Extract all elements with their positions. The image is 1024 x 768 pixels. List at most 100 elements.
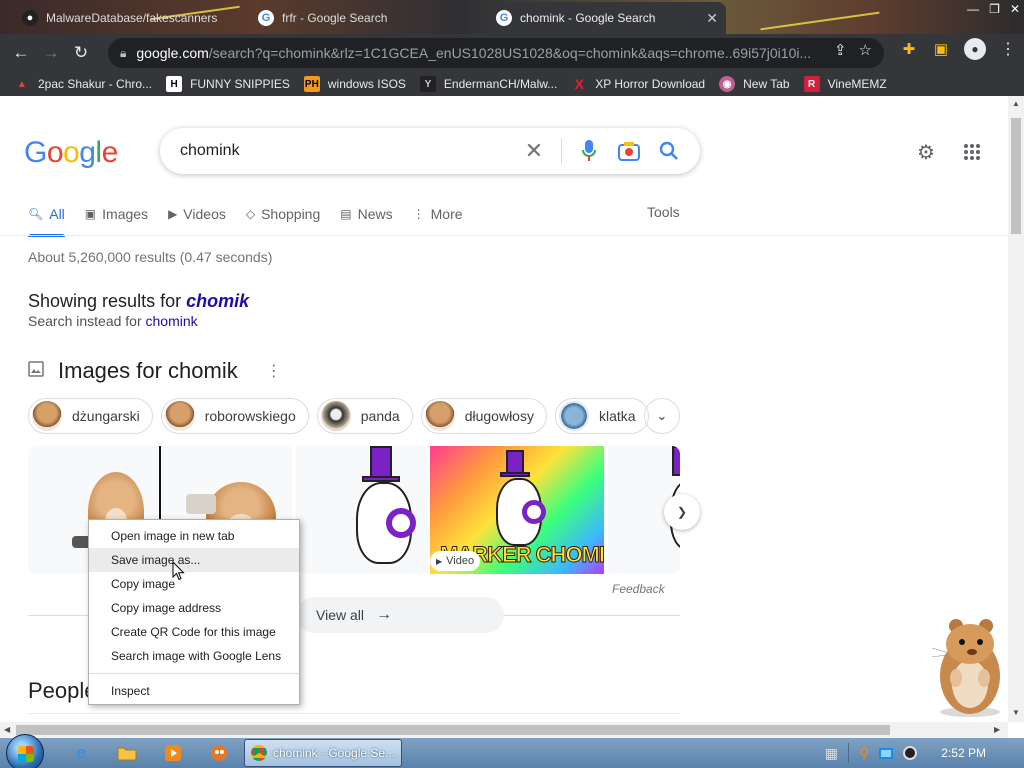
taskbar-clock[interactable]: 2:52 PM <box>941 746 986 760</box>
internet-explorer-icon[interactable]: e <box>70 742 92 764</box>
chip-panda[interactable]: panda <box>316 398 413 434</box>
vertical-scrollbar[interactable]: ▲ ▼ <box>1008 96 1024 722</box>
menu-inspect[interactable]: Inspect <box>89 679 299 703</box>
chevron-right-icon[interactable]: ❯ <box>664 494 700 530</box>
search-tabs: 🔍︎ All ▣ Images ▶ Videos ◇ Shopping ▤ Ne… <box>28 204 463 237</box>
tab-videos[interactable]: ▶ Videos <box>168 204 226 224</box>
folder-icon[interactable] <box>116 742 138 764</box>
search-input[interactable]: chomink <box>180 142 240 160</box>
chevron-down-icon[interactable]: ⌄ <box>644 398 680 434</box>
chip-klatka[interactable]: klatka <box>554 398 649 434</box>
tab-images[interactable]: ▣ Images <box>85 204 148 224</box>
horizontal-scrollbar[interactable]: ◀ ▶ <box>0 722 1008 738</box>
windows-taskbar: e chomink - Google Se... ▦ ⚲ 2:52 PM <box>0 734 1024 768</box>
bookmark-item[interactable]: Y EndermanCH/Malw... <box>419 76 557 92</box>
menu-create-qr-code[interactable]: Create QR Code for this image <box>89 620 299 644</box>
bookmark-item[interactable]: R VineMEMZ <box>803 76 887 92</box>
images-section-header: Images for chomik ⋮ <box>28 358 282 384</box>
more-options-icon[interactable]: ⋮ <box>266 361 282 381</box>
search-instead: Search instead for chomink <box>28 313 198 329</box>
menu-search-google-lens[interactable]: Search image with Google Lens <box>89 644 299 668</box>
scroll-up-arrow-icon[interactable]: ▲ <box>1012 99 1020 108</box>
camera-lens-icon[interactable] <box>616 138 642 164</box>
spelling-correction: Showing results for chomik <box>28 291 250 311</box>
bookmark-item[interactable]: ◉ New Tab <box>719 76 790 92</box>
settings-gear-icon[interactable]: ⚙ <box>914 140 938 164</box>
tray-app-icon[interactable]: ▦ <box>825 745 838 762</box>
image-icon <box>28 360 44 382</box>
minimize-icon[interactable]: — <box>967 2 979 16</box>
search-icon[interactable] <box>656 138 682 164</box>
app-icon[interactable] <box>208 742 230 764</box>
scrollbar-thumb[interactable] <box>1011 118 1021 234</box>
scroll-left-arrow-icon[interactable]: ◀ <box>4 725 10 734</box>
tab-more[interactable]: ⋮ More <box>413 204 463 224</box>
start-button[interactable] <box>6 734 44 768</box>
volume-tray-icon[interactable] <box>903 746 918 760</box>
feedback-link[interactable]: Feedback <box>612 582 665 596</box>
letter-r-icon: R <box>803 76 820 92</box>
tab-label: MalwareDatabase/fakescanners <box>46 11 218 25</box>
magnifier-tray-icon[interactable]: ⚲ <box>859 745 869 762</box>
extensions-puzzle-icon[interactable]: ✚ <box>900 40 918 58</box>
bookmark-item[interactable]: X XP Horror Download <box>571 76 706 92</box>
letter-h-icon: H <box>166 76 183 92</box>
search-icon: 🔍︎ <box>28 207 44 221</box>
menu-copy-image[interactable]: Copy image <box>89 572 299 596</box>
chip-dzungarski[interactable]: dżungarski <box>28 398 153 434</box>
scrollbar-thumb[interactable] <box>16 725 890 735</box>
ph-icon: PH <box>303 76 320 92</box>
google-logo[interactable]: Google <box>24 136 118 170</box>
close-window-icon[interactable]: ✕ <box>1010 2 1020 16</box>
bookmark-star-icon[interactable]: ☆ <box>859 41 872 59</box>
view-all-button[interactable]: View all → <box>296 597 504 633</box>
tools-button[interactable]: Tools <box>647 204 680 220</box>
taskbar-chrome-window[interactable]: chomink - Google Se... <box>244 739 402 767</box>
tab-chomink-search[interactable]: G chomink - Google Search ✕ <box>488 2 726 34</box>
profile-avatar-icon[interactable]: ● <box>964 38 986 60</box>
url-path: /search?q=chomink&rlz=1C1GCEA_enUS1028US… <box>208 45 812 61</box>
menu-dots-icon[interactable]: ⋮ <box>1000 39 1016 59</box>
sidepanel-icon[interactable]: ▣ <box>932 40 950 58</box>
close-tab-icon[interactable]: ✕ <box>706 10 718 27</box>
menu-save-image-as[interactable]: Save image as... <box>89 548 299 572</box>
bookmark-item[interactable]: PH windows ISOS <box>303 76 406 92</box>
hamster-desktop-pet[interactable] <box>926 614 1008 718</box>
share-icon[interactable]: ⇪ <box>834 41 847 59</box>
network-tray-icon[interactable] <box>879 747 894 759</box>
tab-news[interactable]: ▤ News <box>340 204 392 224</box>
clear-icon[interactable]: ✕ <box>521 138 547 164</box>
forward-arrow-icon[interactable]: → <box>36 38 66 68</box>
chip-thumbnail <box>424 401 455 431</box>
mouse-cursor-icon <box>172 561 185 581</box>
window-controls: — ❐ ✕ <box>967 2 1020 16</box>
menu-open-image-new-tab[interactable]: Open image in new tab <box>89 524 299 548</box>
scroll-down-arrow-icon[interactable]: ▼ <box>1012 708 1020 717</box>
corrected-term-link[interactable]: chomik <box>186 291 249 311</box>
bookmark-item[interactable]: H FUNNY SNIPPIES <box>166 76 290 92</box>
menu-copy-image-address[interactable]: Copy image address <box>89 596 299 620</box>
yp-icon: Y <box>419 76 436 92</box>
scroll-right-arrow-icon[interactable]: ▶ <box>994 725 1000 734</box>
back-arrow-icon[interactable]: ← <box>6 38 36 68</box>
video-badge: ▶ Video <box>430 551 481 571</box>
reload-icon[interactable]: ↻ <box>66 38 96 68</box>
maximize-icon[interactable]: ❐ <box>989 2 1000 16</box>
tab-frfr-search[interactable]: G frfr - Google Search <box>250 2 486 34</box>
original-term-link[interactable]: chomink <box>146 313 198 329</box>
tab-malware-database[interactable]: ● MalwareDatabase/fakescanners <box>14 2 250 34</box>
media-player-icon[interactable] <box>162 742 184 764</box>
image-thumbnail[interactable] <box>296 446 428 574</box>
microphone-icon[interactable] <box>576 138 602 164</box>
bookmark-item[interactable]: ▲ 2pac Shakur - Chro... <box>14 76 152 92</box>
address-bar[interactable]: 🔒︎ google.com /search?q=chomink&rlz=1C1G… <box>108 38 884 68</box>
tab-shopping[interactable]: ◇ Shopping <box>246 204 320 224</box>
section-divider <box>28 713 680 714</box>
tab-all[interactable]: 🔍︎ All <box>28 204 65 237</box>
chip-dlugowlosy[interactable]: długowłosy <box>420 398 547 434</box>
chip-roborowskiego[interactable]: roborowskiego <box>160 398 309 434</box>
apps-grid-icon[interactable] <box>960 140 984 164</box>
flame-icon: ▲ <box>17 78 27 90</box>
search-box[interactable]: chomink ✕ <box>160 128 700 174</box>
dots-vertical-icon: ⋮ <box>412 207 425 221</box>
